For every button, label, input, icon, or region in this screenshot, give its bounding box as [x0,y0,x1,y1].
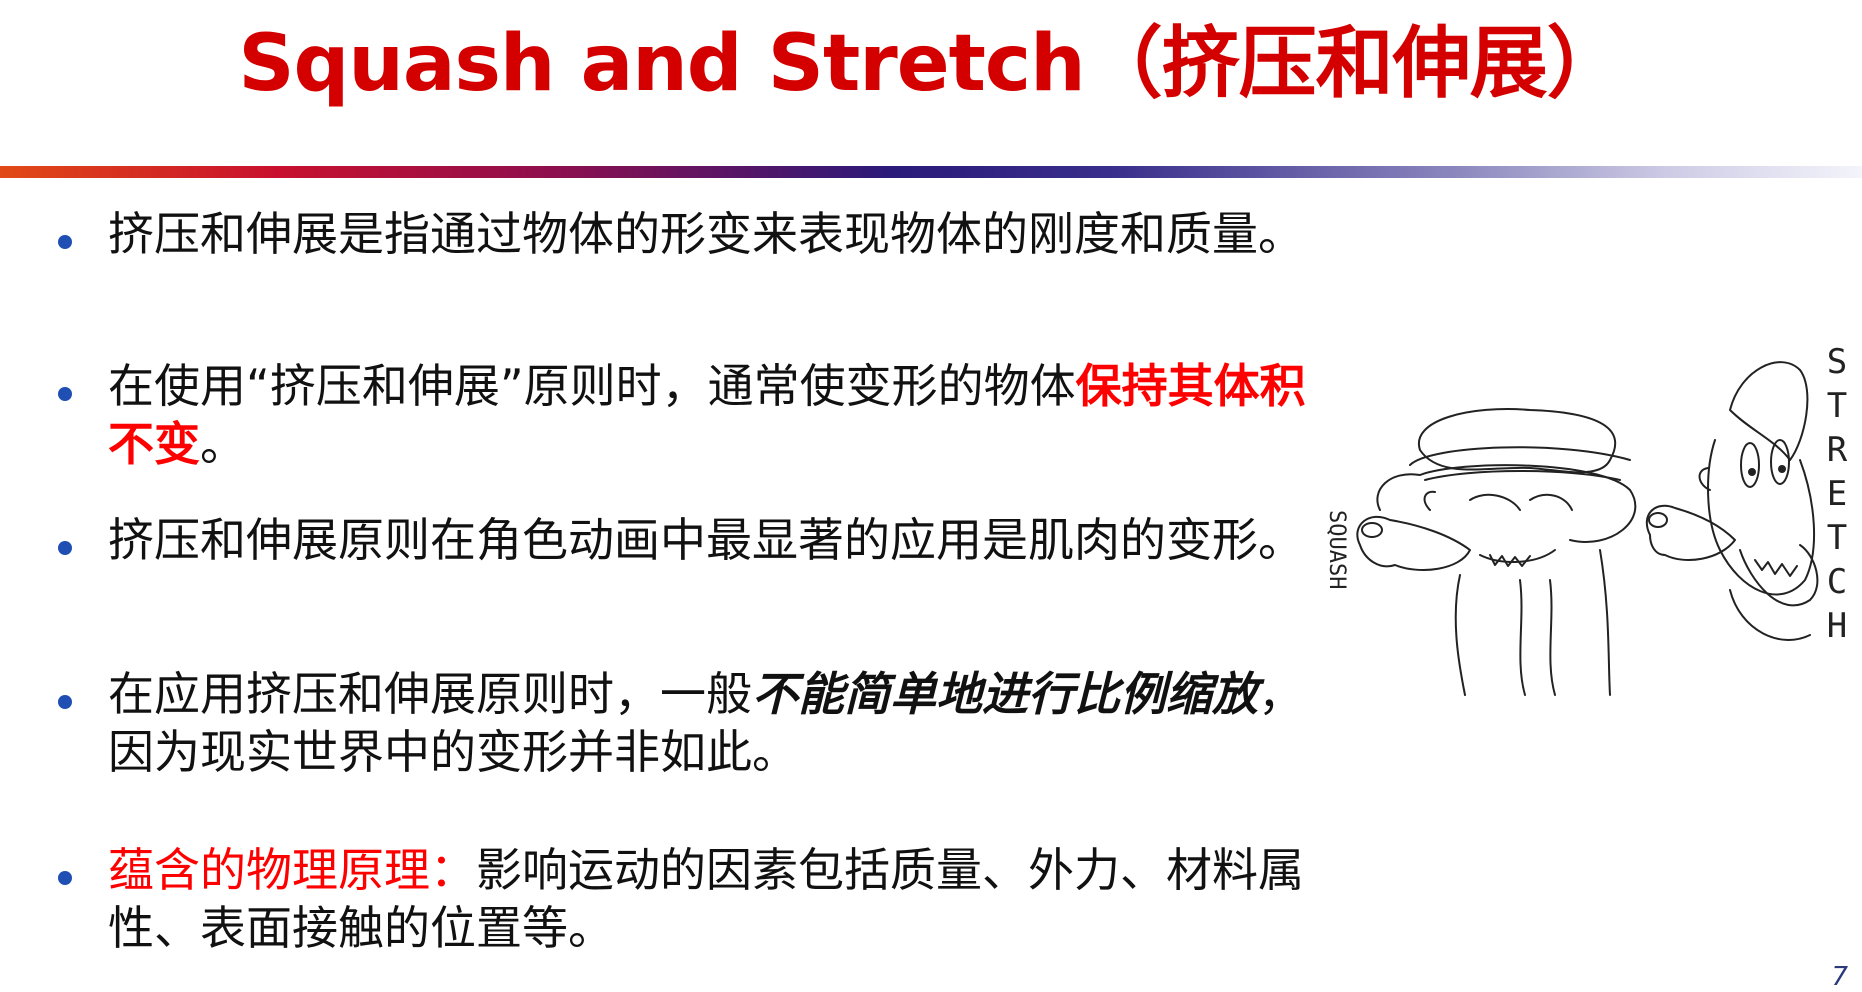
squash-label: SQUASH [1324,510,1349,589]
squash-nose [1361,522,1383,538]
bullet-dot-icon [58,871,72,885]
stretch-chin [1729,589,1811,641]
squash-hat [1417,408,1617,474]
squash-head [1376,464,1637,543]
bullet-dot-icon [58,387,72,401]
bullet-text-pre: 在应用挤压和伸展原则时，一般 [108,667,752,721]
stretch-label-vertical: STRETCH [1826,342,1848,646]
squash-hat-brim [1409,446,1631,466]
bullet-text-post: 。 [200,417,246,471]
squash-snout [1356,515,1471,571]
squash-eye-right [1529,493,1573,511]
stretch-head [1707,439,1816,596]
bullet-label-physics: 蕴含的物理原理： [108,843,476,897]
squash-body [1454,549,1611,696]
page-number: 7 [1831,962,1848,992]
slide: Squash and Stretch（挤压和伸展） 挤压和伸展是指通过物体的形变… [0,0,1862,992]
bullet-text: 挤压和伸展是指通过物体的形变来表现物体的刚度和质量。 [108,205,1348,263]
stretch-eye-left [1740,442,1760,488]
stretch-mouth [1739,544,1819,607]
bullet-list: 挤压和伸展是指通过物体的形变来表现物体的刚度和质量。 在使用“挤压和伸展”原则时… [0,0,1306,986]
cartoon-drawing: SQUASH [1324,361,1819,696]
bullet-text-pre: 在使用“挤压和伸展”原则时，通常使变形的物体 [108,359,1076,413]
bullet-dot-icon [58,541,72,555]
bullet-text: 挤压和伸展原则在角色动画中最显著的应用是肌肉的变形。 [108,511,1348,569]
bullet-text-body: 挤压和伸展是指通过物体的形变来表现物体的刚度和质量。 [108,207,1304,261]
bullet-text-body: 挤压和伸展原则在角色动画中最显著的应用是肌肉的变形。 [108,513,1304,567]
bullet-dot-icon [58,235,72,249]
stretch-hat [1729,361,1809,461]
squash-ear [1423,490,1436,511]
squash-scarf [1519,579,1556,696]
bullet-emphasis-no-scaling: 不能简单地进行比例缩放 [752,667,1258,721]
stretch-nose [1648,512,1668,528]
bullet-text: 在应用挤压和伸展原则时，一般不能简单地进行比例缩放，因为现实世界中的变形并非如此… [108,665,1348,781]
bullet-text: 在使用“挤压和伸展”原则时，通常使变形的物体保持其体积不变。 [108,357,1348,473]
bullet-text: 蕴含的物理原理：影响运动的因素包括质量、外力、材料属性、表面接触的位置等。 [108,841,1348,957]
stretch-teeth [1754,559,1798,577]
bullet-dot-icon [58,695,72,709]
stretch-eye-right [1770,439,1790,485]
squash-stretch-illustration: SQUASH STRETCH [1310,342,1862,700]
squash-eye-left [1469,493,1521,511]
